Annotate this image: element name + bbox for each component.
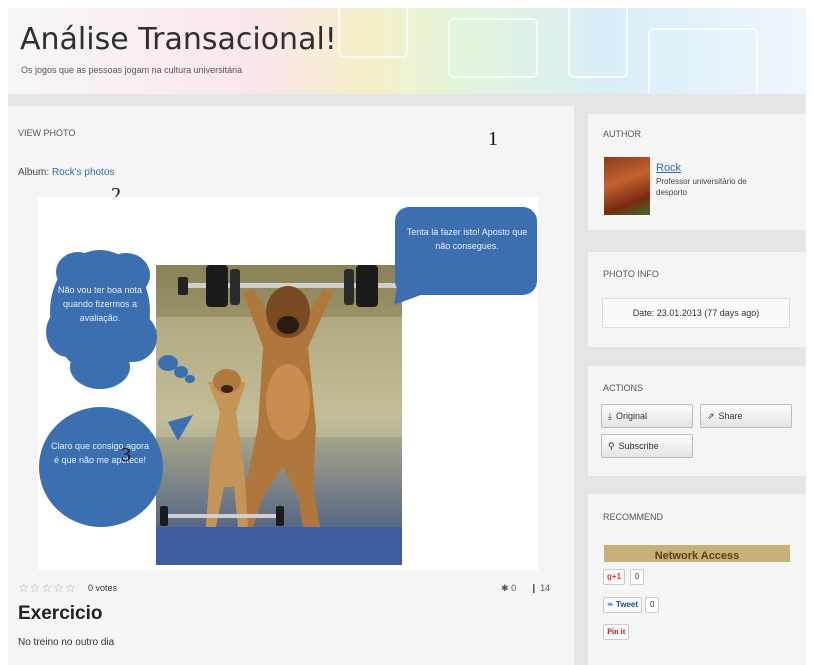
twitter-icon: ❧ xyxy=(607,600,614,609)
tweet-count: 0 xyxy=(645,597,660,613)
speech-text-bottom: Claro que consigo agora é que não me ape… xyxy=(50,441,150,465)
tweet-label: Tweet xyxy=(615,600,639,609)
network-access-banner[interactable]: Network Access xyxy=(604,545,790,562)
actions-title: ACTIONS xyxy=(603,383,644,393)
pinit-button[interactable]: Pin it xyxy=(603,624,630,640)
original-button[interactable]: ⤓ Original xyxy=(601,404,693,428)
paperclip-icon: ⚲ xyxy=(608,441,615,451)
heart-icon: ✱ xyxy=(501,583,509,593)
author-description: Professor universitário de desporto xyxy=(656,177,747,197)
comments-count: 14 xyxy=(540,583,551,593)
site-title[interactable]: Análise Transacional! xyxy=(20,22,337,57)
comments-stat: ❙ 14 xyxy=(530,583,550,594)
author-panel-title: AUTHOR xyxy=(603,129,641,139)
site-subtitle: Os jogos que as pessoas jogam na cultura… xyxy=(21,65,243,75)
photo-info-title: PHOTO INFO xyxy=(603,269,659,279)
rating-stars[interactable]: ☆☆☆☆☆ xyxy=(18,581,77,595)
subscribe-button[interactable]: ⚲ Subscribe xyxy=(601,434,693,458)
banner-text: Network Access xyxy=(654,550,740,562)
section-title: VIEW PHOTO xyxy=(18,128,76,138)
subscribe-label: Subscribe xyxy=(618,441,659,451)
share-label: Share xyxy=(718,411,743,421)
gplus-label: +1 xyxy=(611,572,622,581)
marker-3: 3 xyxy=(121,444,131,466)
photo-image[interactable]: Tenta lá fazer isto! Aposto que não cons… xyxy=(38,197,538,570)
comment-icon: ❙ xyxy=(530,583,538,593)
header-decor-square xyxy=(338,8,408,58)
gplus-button[interactable]: g+1 xyxy=(603,569,626,585)
share-button[interactable]: ⇗ Share xyxy=(700,404,792,428)
votes-count: 0 votes xyxy=(88,583,118,593)
download-icon: ⤓ xyxy=(608,411,612,421)
column-gap xyxy=(574,106,588,665)
share-icon: ⇗ xyxy=(707,411,715,421)
thought-text: Não vou ter boa nota quando fizermos a a… xyxy=(57,285,143,323)
original-label: Original xyxy=(615,411,647,421)
likes-stat: ✱ 0 xyxy=(501,583,516,594)
header-decor-square xyxy=(568,8,628,78)
speech-bubble-bottom xyxy=(39,407,163,527)
header-decor-square xyxy=(648,28,758,94)
site-header: Análise Transacional! Os jogos que as pe… xyxy=(8,8,806,94)
date-label: Date: xyxy=(632,308,655,318)
photo-description: No treino no outro dia xyxy=(18,637,115,648)
recommend-title: RECOMMEND xyxy=(603,512,663,522)
date-box: Date: 23.01.2013 (77 days ago) xyxy=(602,298,790,328)
avatar[interactable] xyxy=(604,157,650,215)
photo-title: Exercicio xyxy=(18,603,103,624)
album-line: Album: Rock's photos xyxy=(18,167,114,178)
author-name-link[interactable]: Rock xyxy=(656,162,681,174)
marker-1: 1 xyxy=(488,128,498,150)
gplus-count: 0 xyxy=(630,569,645,585)
date-value: 23.01.2013 (77 days ago) xyxy=(656,308,760,318)
likes-count: 0 xyxy=(511,583,517,593)
album-label: Album: xyxy=(18,167,50,178)
speech-text-top: Tenta lá fazer isto! Aposto que não cons… xyxy=(403,225,531,253)
tweet-button[interactable]: ❧ Tweet xyxy=(603,597,643,613)
album-link[interactable]: Rock's photos xyxy=(52,167,115,178)
header-decor-square xyxy=(448,18,538,78)
header-divider xyxy=(8,94,806,106)
